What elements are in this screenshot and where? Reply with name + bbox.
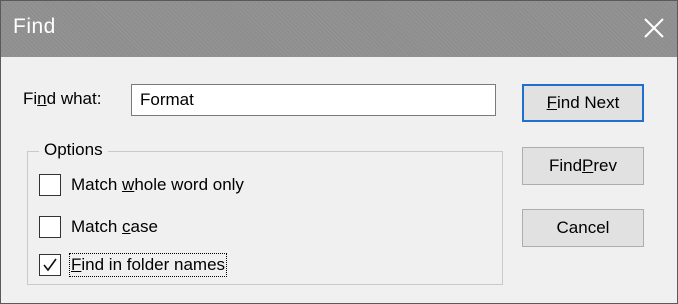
match-whole-word-checkbox[interactable]: Match whole word only	[39, 174, 244, 196]
checkbox-label: Find in folder names	[68, 253, 228, 277]
close-icon[interactable]	[637, 11, 671, 45]
find-what-label: Find what:	[23, 89, 102, 108]
find-what-input[interactable]	[131, 84, 496, 116]
checkbox-label: Match whole word only	[71, 175, 244, 194]
cancel-button[interactable]: Cancel	[522, 209, 644, 247]
window-title: Find	[13, 15, 56, 38]
checkbox-label: Match case	[71, 217, 158, 236]
find-dialog: Find Find what: Options Match whole word…	[0, 0, 678, 304]
checkbox-box[interactable]	[39, 174, 61, 196]
checkbox-box[interactable]	[39, 254, 61, 276]
checkbox-box[interactable]	[39, 216, 61, 238]
options-legend: Options	[39, 140, 108, 160]
match-case-checkbox[interactable]: Match case	[39, 216, 158, 238]
title-bar[interactable]: Find	[1, 1, 677, 57]
find-prev-button[interactable]: Find Prev	[522, 147, 644, 185]
find-next-button[interactable]: Find Next	[522, 84, 644, 122]
checkmark-icon	[43, 258, 57, 272]
find-in-folder-names-checkbox[interactable]: Find in folder names	[39, 253, 228, 277]
